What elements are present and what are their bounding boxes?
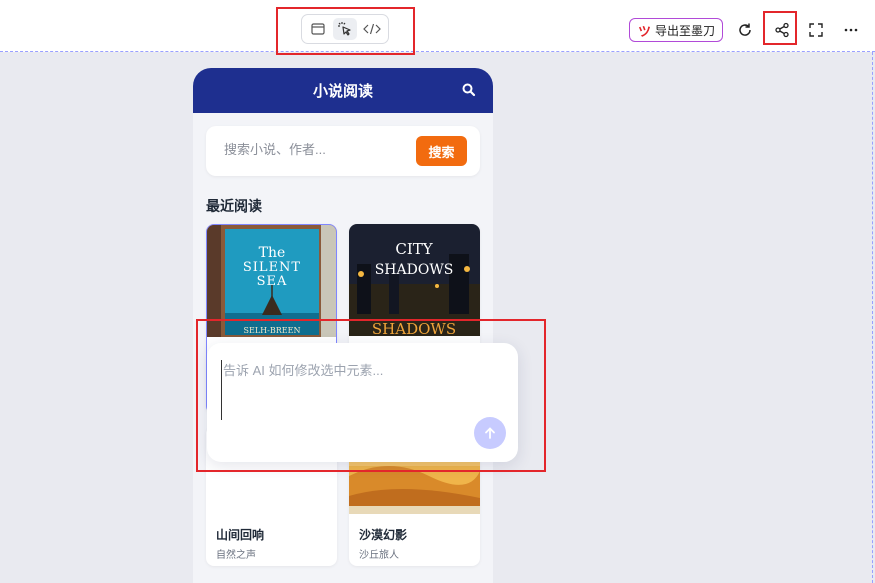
cover-title-line1: The [259,245,286,261]
cover-title-line3: SEA [257,274,288,289]
ai-edit-popover [207,343,518,462]
more-icon [844,28,858,32]
more-button[interactable] [840,19,862,41]
book-author: 自然之声 [216,550,256,561]
select-mode-button[interactable] [333,18,357,40]
search-input[interactable] [224,142,404,157]
book-title: 山间回响 [216,528,265,542]
phone-preview: 小说阅读 搜索 最近阅读 The SILENT SEA SELH-BREEN [193,68,493,583]
modao-logo-icon: ツ [638,23,651,39]
book-title: 沙漠幻影 [359,528,408,542]
window-icon [311,23,325,35]
preview-mode-button[interactable] [306,18,330,40]
code-mode-button[interactable] [360,18,384,40]
cover-author: SELH-BREEN [244,326,301,335]
refresh-button[interactable] [734,19,756,41]
code-icon [363,23,381,35]
search-icon[interactable] [461,82,477,98]
arrow-up-icon [485,427,495,439]
search-button[interactable]: 搜索 [416,136,467,166]
book-cover: The SILENT SEA SELH-BREEN [207,225,336,337]
fullscreen-icon [809,23,823,37]
share-button[interactable] [771,19,793,41]
share-icon [775,22,789,38]
fullscreen-button[interactable] [805,19,827,41]
pointer-click-icon [338,22,351,36]
cover-title-line3: SHADOWS [372,320,456,336]
refresh-icon [739,23,751,36]
cover-title-line2: SHADOWS [375,262,454,278]
canvas-boundary [872,52,873,583]
book-author: 沙丘旅人 [359,550,399,561]
cover-title-line1: CITY [395,240,433,258]
export-label: 导出至墨刀 [655,23,716,38]
app-header: 小说阅读 [193,68,493,113]
book-cover: CITY SHADOWS SHADOWS [349,224,480,336]
recent-reading-title: 最近阅读 [206,198,262,214]
ai-prompt-input[interactable] [221,360,501,420]
export-to-modao-button[interactable]: ツ 导出至墨刀 [629,18,723,42]
cover-title-line2: SILENT [243,260,301,275]
app-title: 小说阅读 [312,83,373,100]
top-toolbar: ツ 导出至墨刀 [0,0,875,52]
send-button[interactable] [474,417,506,449]
mode-switcher [301,14,389,44]
search-card: 搜索 [206,126,480,176]
